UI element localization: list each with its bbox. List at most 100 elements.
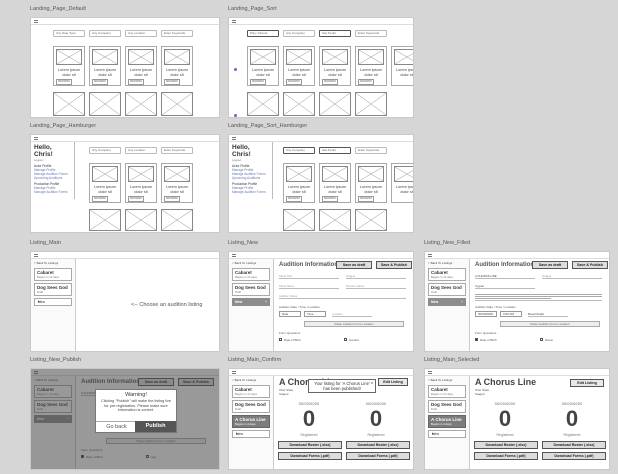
listing-card-selected[interactable]: A Chorus Line Begins in 4 days [232,415,270,428]
back-to-listings-link[interactable]: < Back To Listings [229,259,273,267]
hamburger-icon[interactable] [34,254,38,257]
download-roster-button[interactable]: Download Roster (.xlsx) [542,441,606,449]
checkbox[interactable] [279,338,282,341]
paste-form-location[interactable]: Paste Audition Form Location [500,321,600,327]
keyword-search[interactable]: Enter Keywords [355,30,387,37]
company-field[interactable]: Cygnet [475,283,535,289]
drawer-link[interactable]: Manage Audition Forms [229,190,272,194]
save-publish-button[interactable]: Save & Publish [572,261,608,269]
show-title-field[interactable]: Show Title [279,273,339,279]
save-draft-button[interactable]: Save as draft [532,261,568,269]
listing-card[interactable]: Dog Sees GodDraft [428,400,466,413]
audition-card[interactable]: Lorem ipsum dolor sit 00/00/00 [161,46,193,86]
publish-button[interactable]: Publish [135,421,176,432]
audition-card[interactable]: Lorem ipsum dolor sit [391,163,413,203]
download-forms-button[interactable]: Download Forms (.pdf) [542,452,606,460]
location-field[interactable]: Location [332,311,372,317]
checkbox-checked[interactable] [475,338,478,341]
save-draft-button[interactable]: Save as draft [336,261,372,269]
listing-card[interactable]: Dog Sees GodDraft [428,283,466,296]
filter-company[interactable]: Any Company [89,30,121,37]
checkbox[interactable] [540,338,543,341]
hamburger-icon[interactable] [232,254,236,257]
show-title-field[interactable]: A CHORUS LINE [475,273,535,279]
filter-date-type[interactable]: Play / Drama [247,30,279,37]
audition-card[interactable]: Lorem ipsum dolor sit 00/00/00 [53,46,85,86]
back-to-listings-link[interactable]: < Back To Listings [425,259,469,267]
checkbox[interactable] [344,338,347,341]
hamburger-icon[interactable] [428,254,432,257]
filter-location[interactable]: San Pedro [319,30,351,37]
listing-card[interactable]: CabaretBegins in 14 days [232,385,270,398]
drawer-link[interactable]: Manage Audition Forms [31,190,74,194]
audition-card[interactable]: Lorem ipsum dolor sit 00/00/00 [125,163,157,203]
listing-card[interactable]: Dog Sees GodDraft [232,400,270,413]
date-select[interactable]: Date [279,311,301,317]
download-roster-button[interactable]: Download Roster (.xlsx) [346,441,410,449]
audition-card[interactable]: Lorem ipsum dolor sit 00/00/00 [355,163,387,203]
audition-card[interactable]: Lorem ipsum dolor sit 00/00/00 [247,46,279,86]
go-back-button[interactable]: Go back [96,421,137,432]
audition-notes-field[interactable] [475,293,602,301]
hamburger-icon[interactable] [232,20,236,23]
hamburger-icon[interactable] [34,20,38,23]
back-to-listings-link[interactable]: < Back To Listings [31,259,75,267]
hamburger-icon[interactable] [34,137,38,140]
director-field[interactable]: Director Name [346,283,406,289]
filter-location[interactable]: Any Location [125,30,157,37]
download-forms-button[interactable]: Download Forms (.pdf) [278,452,342,460]
listing-card-selected[interactable]: A Chorus Line Begins in 4 days [428,415,466,428]
download-forms-button[interactable]: Download Forms (.pdf) [474,452,538,460]
close-icon[interactable]: x [371,380,373,385]
filter-location[interactable]: San Pedro [319,147,351,154]
edit-listing-button[interactable]: Edit Listing [378,378,408,386]
audition-card[interactable]: Lorem ipsum dolor sit 00/00/00 [319,163,351,203]
audition-card[interactable]: Lorem ipsum dolor sit 00/00/00 [89,163,121,203]
listing-card[interactable]: Dog Sees GodDraft [232,283,270,296]
time-select[interactable]: Time [304,311,326,317]
paste-form-location[interactable]: Paste Audition Form Location [304,321,404,327]
time-select[interactable]: 0:00 AM [500,311,522,317]
edit-listing-button[interactable]: Edit Listing [570,379,604,387]
images-field[interactable]: Images [542,273,602,279]
audition-card[interactable]: Lorem ipsum dolor sit [391,46,413,86]
download-roster-button[interactable]: Download Roster (.xlsx) [474,441,538,449]
save-publish-button[interactable]: Save & Publish [376,261,412,269]
new-listing-button[interactable]: New + [232,298,270,306]
hamburger-icon[interactable] [428,371,432,374]
hamburger-icon[interactable] [232,371,236,374]
images-field[interactable]: Images [346,273,406,279]
filter-company[interactable]: Any Company [283,30,315,37]
filter-company[interactable]: Any Company [89,147,121,154]
audition-card[interactable]: Lorem ipsum dolor sit 00/00/00 [161,163,193,203]
download-roster-button[interactable]: Download Roster (.xlsx) [278,441,342,449]
audition-card[interactable]: Lorem ipsum dolor sit 00/00/00 [283,46,315,86]
download-forms-button[interactable]: Download Forms (.pdf) [346,452,410,460]
back-to-listings-link[interactable]: < Back To Listings [425,376,469,384]
date-select[interactable]: 00/00/0000 [475,311,497,317]
new-listing-select[interactable]: ▾ New [34,298,72,306]
audition-card[interactable]: Lorem ipsum dolor sit 00/00/00 [89,46,121,86]
listing-card[interactable]: CabaretBegins in 14 days [232,268,270,281]
filter-location[interactable]: Any Location [125,147,157,154]
listing-card[interactable]: Dog Sees GodDraft [34,283,72,296]
keyword-search[interactable]: Enter Keywords [161,147,193,154]
audition-card[interactable]: Lorem ipsum dolor sit 00/00/00 [283,163,315,203]
listing-card[interactable]: CabaretBegins in 14 days [34,268,72,281]
audition-notes-field[interactable]: Audition Notes [279,293,406,299]
location-field[interactable]: Broad Studio [528,311,568,317]
audition-card[interactable]: Lorem ipsum dolor sit 00/00/00 [355,46,387,86]
show-name-field[interactable]: Show Name [279,283,339,289]
audition-card[interactable]: Lorem ipsum dolor sit 00/00/00 [125,46,157,86]
new-listing-select[interactable]: ▾ New [232,430,270,438]
hamburger-icon[interactable] [232,137,236,140]
filter-date-type[interactable]: Any Date Type [53,30,85,37]
audition-card[interactable]: Lorem ipsum dolor sit 00/00/00 [319,46,351,86]
listing-card[interactable]: CabaretBegins in 14 days [428,268,466,281]
filter-company[interactable]: Any Company [283,147,315,154]
keyword-search[interactable]: Enter Keywords [355,147,387,154]
new-listing-select[interactable]: ▾ New [428,430,466,438]
new-listing-button[interactable]: New + [428,298,466,306]
keyword-search[interactable]: Enter Keywords [161,30,193,37]
back-to-listings-link[interactable]: < Back To Listings [229,376,273,384]
